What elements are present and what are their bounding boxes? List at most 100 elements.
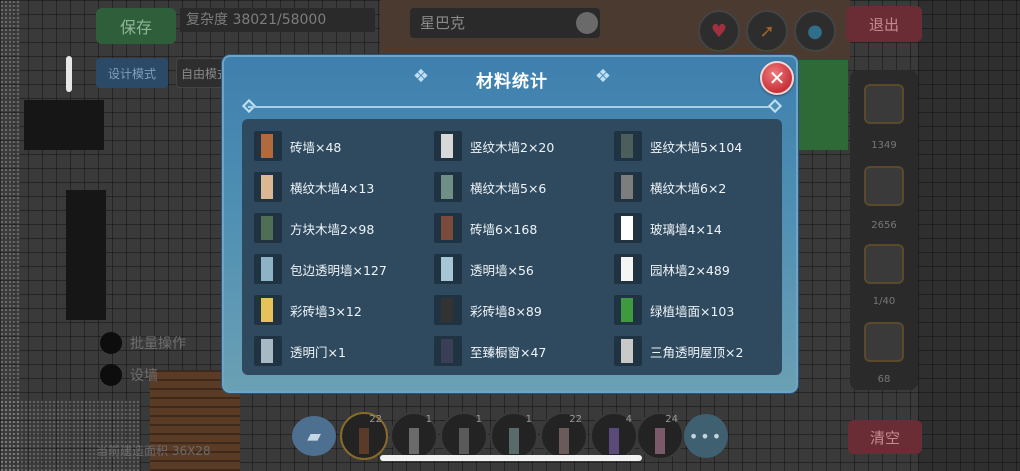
slot-count: 22 — [369, 414, 382, 425]
vertical-wood-wall-icon — [614, 131, 642, 161]
wall-icon[interactable] — [864, 244, 904, 284]
door-icon[interactable] — [864, 322, 904, 362]
color-brick-wall-icon — [254, 295, 282, 325]
material-swatch — [621, 175, 633, 199]
flower-icon[interactable] — [576, 12, 598, 34]
material-swatch — [261, 257, 273, 281]
slot-item-icon — [655, 428, 665, 454]
material-label: 竖纹木墙5×104 — [650, 139, 743, 155]
toolbar-slot[interactable]: 1 — [390, 412, 438, 460]
material-swatch — [261, 216, 273, 240]
material-label: 透明门×1 — [290, 344, 346, 360]
material-swatch — [441, 339, 453, 363]
brick-wall-icon — [434, 213, 462, 243]
slot-item-icon — [359, 428, 369, 454]
material-swatch — [261, 134, 273, 158]
slot-item-icon — [559, 428, 569, 454]
glass-wall-icon — [614, 213, 642, 243]
material-item: 园林墙2×489 — [614, 252, 784, 286]
material-swatch — [441, 175, 453, 199]
side-count-3: 1/40 — [872, 296, 896, 307]
batch-operation-option[interactable]: 批量操作 — [100, 332, 186, 354]
toolbar-slot[interactable]: 4 — [590, 412, 638, 460]
material-item: 砖墙×48 — [254, 129, 424, 163]
material-item: 包边透明墙×127 — [254, 252, 424, 286]
material-stats-dialog: ❖ 材料统计 ❖ ✕ 砖墙×48 竖纹木墙2×20 竖纹木墙5×104 横纹木墙… — [222, 55, 798, 393]
game-screen: 1349 2656 1/40 68 保存 复杂度 38021/58000 设计模… — [0, 0, 1020, 471]
material-swatch — [621, 216, 633, 240]
slot-count: 1 — [525, 414, 532, 425]
material-label: 绿植墙面×103 — [650, 303, 735, 319]
material-item: 绿植墙面×103 — [614, 293, 784, 327]
clear-button[interactable]: 清空 — [848, 420, 922, 454]
material-label: 砖墙6×168 — [470, 221, 538, 237]
material-label: 玻璃墙4×14 — [650, 221, 722, 237]
eraser-icon[interactable]: ▰ — [292, 416, 336, 456]
transparent-wall-icon — [434, 254, 462, 284]
material-item: 竖纹木墙5×104 — [614, 129, 784, 163]
water-drop-icon[interactable]: ● — [794, 10, 836, 52]
material-item: 竖纹木墙2×20 — [434, 129, 604, 163]
horizontal-wood-wall-icon — [614, 172, 642, 202]
material-item: 横纹木墙5×6 — [434, 170, 604, 204]
shop-name-field[interactable]: 星巴克 — [410, 8, 600, 38]
slider-handle[interactable] — [66, 56, 72, 92]
material-label: 包边透明墙×127 — [290, 262, 387, 278]
material-label: 竖纹木墙2×20 — [470, 139, 555, 155]
material-swatch — [261, 175, 273, 199]
title-ornament-right-icon: ❖ — [594, 66, 612, 87]
dialog-title: 材料统计 — [476, 72, 548, 92]
free-mode-button[interactable]: 自由模式 — [176, 58, 226, 88]
transparent-door-icon — [254, 336, 282, 366]
side-count-2: 2656 — [871, 220, 897, 231]
material-item: 彩砖墙8×89 — [434, 293, 604, 327]
toolbar-slot[interactable]: 1 — [440, 412, 488, 460]
slot-count: 1 — [475, 414, 482, 425]
toolbar-slot[interactable]: 22 — [540, 412, 588, 460]
brick-wall-icon — [254, 131, 282, 161]
close-button[interactable]: ✕ — [760, 61, 794, 95]
material-item: 至臻橱窗×47 — [434, 334, 604, 368]
material-swatch — [621, 134, 633, 158]
radio-dot-icon — [100, 364, 122, 386]
material-item: 透明墙×56 — [434, 252, 604, 286]
material-swatch — [441, 134, 453, 158]
build-area-label: 当前建造面积 36X28 — [96, 444, 211, 458]
slot-count: 24 — [665, 414, 678, 425]
material-label: 透明墙×56 — [470, 262, 534, 278]
material-label: 三角透明屋顶×2 — [650, 344, 744, 360]
material-swatch — [621, 257, 633, 281]
material-item: 方块木墙2×98 — [254, 211, 424, 245]
toolbar-slot[interactable]: 24 — [636, 412, 684, 460]
design-mode-button[interactable]: 设计模式 — [96, 58, 168, 88]
slot-item-icon — [459, 428, 469, 454]
slot-item-icon — [609, 428, 619, 454]
toolbar-slot[interactable]: 22 — [340, 412, 388, 460]
color-brick-wall-icon — [434, 295, 462, 325]
floor-tile-icon[interactable] — [864, 166, 904, 206]
share-icon[interactable]: ➚ — [746, 10, 788, 52]
title-divider — [248, 106, 776, 108]
dark-floor-block — [24, 100, 104, 150]
home-indicator[interactable] — [380, 455, 642, 461]
material-item: 透明门×1 — [254, 334, 424, 368]
save-button[interactable]: 保存 — [96, 8, 176, 44]
slot-count: 1 — [425, 414, 432, 425]
fence-option[interactable]: 设墙 — [100, 364, 158, 386]
material-item: 横纹木墙4×13 — [254, 170, 424, 204]
counter-icon[interactable] — [864, 84, 904, 124]
material-swatch — [441, 216, 453, 240]
material-swatch — [441, 298, 453, 322]
toolbar-slot[interactable]: 1 — [490, 412, 538, 460]
more-button[interactable]: ••• — [684, 414, 728, 458]
heart-icon[interactable]: ♥ — [698, 10, 740, 52]
exit-button[interactable]: 退出 — [846, 6, 922, 42]
side-count-1: 1349 — [871, 140, 897, 151]
slot-item-icon — [509, 428, 519, 454]
material-label: 横纹木墙4×13 — [290, 180, 375, 196]
material-side-panel: 1349 2656 1/40 68 — [850, 70, 918, 390]
material-swatch — [621, 298, 633, 322]
material-swatch — [261, 298, 273, 322]
divider-end-icon — [767, 98, 783, 114]
premium-window-icon — [434, 336, 462, 366]
